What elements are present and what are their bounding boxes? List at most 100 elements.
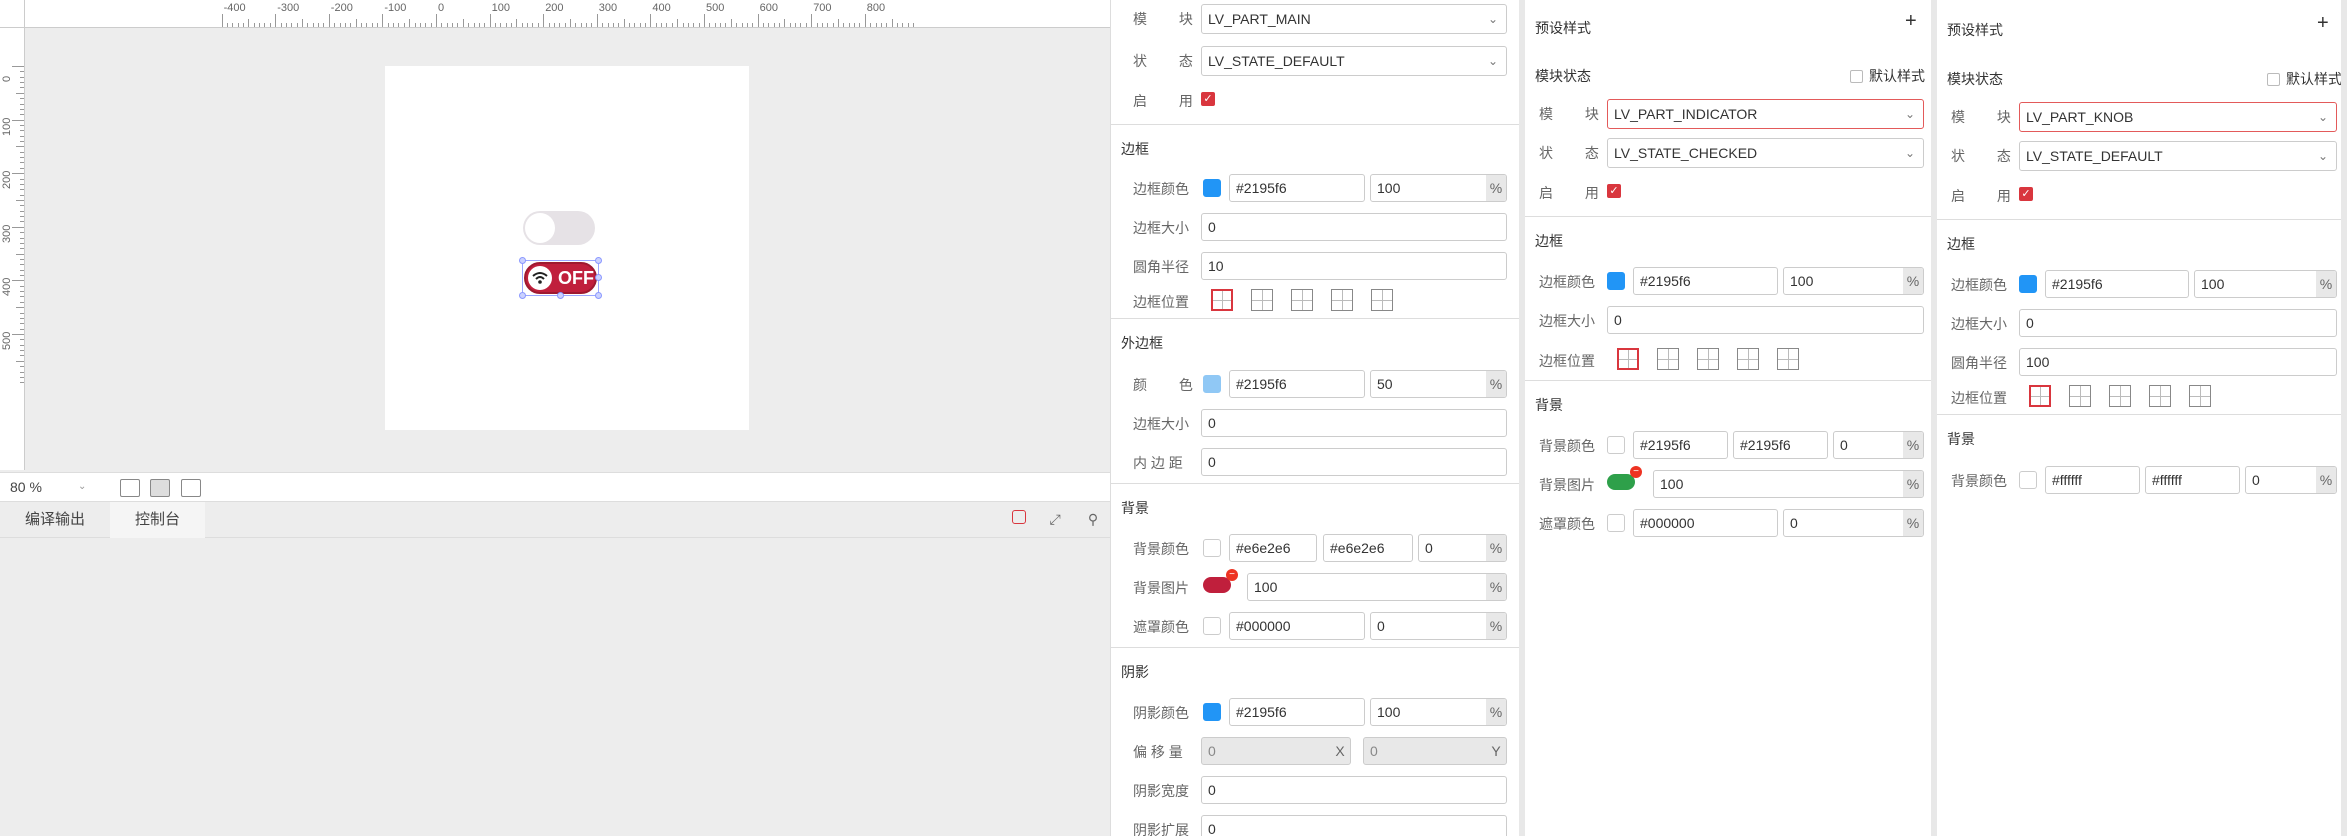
border-color-swatch[interactable] — [1203, 179, 1221, 197]
mask-opa-input[interactable]: 0% — [1783, 509, 1924, 537]
ruler-toggle-icon[interactable] — [150, 479, 170, 497]
switch-widget-off[interactable] — [523, 211, 595, 245]
remove-image-icon[interactable]: − — [1226, 569, 1238, 581]
bg-color1-input[interactable]: #ffffff — [2045, 466, 2140, 494]
border-bottom-icon[interactable] — [2189, 385, 2211, 407]
bg-opa-input[interactable]: 0% — [2245, 466, 2337, 494]
border-color-input[interactable]: #2195f6 — [1633, 267, 1778, 295]
add-preset-icon[interactable]: + — [1905, 10, 1917, 33]
bg-opa-input[interactable]: 0% — [1418, 534, 1507, 562]
mask-opa-input[interactable]: 0% — [1370, 612, 1507, 640]
bg-color-swatch[interactable] — [2019, 471, 2037, 489]
border-color-swatch[interactable] — [2019, 275, 2037, 293]
border-top-icon[interactable] — [1251, 289, 1273, 311]
bg-img-opa-input[interactable]: 100% — [1653, 470, 1924, 498]
border-radius-input[interactable]: 100 — [2019, 348, 2337, 376]
bg-color-swatch[interactable] — [1203, 539, 1221, 557]
outline-pad-input[interactable]: 0 — [1201, 448, 1507, 476]
bg-color1-input[interactable]: #2195f6 — [1633, 431, 1728, 459]
zoom-select[interactable]: 80 % ⌄ — [10, 479, 90, 497]
state-select[interactable]: LV_STATE_CHECKED ⌄ — [1607, 138, 1924, 168]
outline-color-swatch[interactable] — [1203, 375, 1221, 393]
grid-toggle-icon[interactable] — [181, 479, 201, 497]
bg-image-thumbnail[interactable] — [1607, 474, 1635, 490]
border-bottom-icon[interactable] — [1371, 289, 1393, 311]
default-style-checkbox[interactable] — [1850, 70, 1863, 83]
bg-color-swatch[interactable] — [1607, 436, 1625, 454]
resize-handle[interactable] — [557, 292, 564, 299]
module-select[interactable]: LV_PART_KNOB ⌄ — [2019, 102, 2337, 132]
shadow-offset-y-input[interactable]: 0Y — [1363, 737, 1507, 765]
border-bottom-icon[interactable] — [1777, 348, 1799, 370]
bg-img-opa-input[interactable]: 100% — [1247, 573, 1507, 601]
enable-checkbox[interactable]: ✓ — [1607, 184, 1621, 198]
mask-color-input[interactable]: #000000 — [1633, 509, 1778, 537]
shadow-color-input[interactable]: #2195f6 — [1229, 698, 1365, 726]
border-color-swatch[interactable] — [1607, 272, 1625, 290]
resize-handle[interactable] — [595, 274, 602, 281]
border-radius-input[interactable]: 10 — [1201, 252, 1507, 280]
default-style-toggle[interactable]: 默认样式 — [2267, 69, 2342, 89]
ruler-top: -400 -300 -200 -100 0 100 200 300 400 500 600 700 80… — [25, 0, 1110, 28]
bg-opa-input[interactable]: 0% — [1833, 431, 1924, 459]
border-top-icon[interactable] — [1657, 348, 1679, 370]
border-left-icon[interactable] — [1697, 348, 1719, 370]
border-color-input[interactable]: #2195f6 — [2045, 270, 2189, 298]
border-full-icon[interactable] — [1617, 348, 1639, 370]
border-size-input[interactable]: 0 — [1607, 306, 1924, 334]
resize-handle[interactable] — [519, 257, 526, 264]
border-opa-input[interactable]: 100% — [1370, 174, 1507, 202]
state-select[interactable]: LV_STATE_DEFAULT ⌄ — [2019, 141, 2337, 171]
tab-compile-output[interactable]: 编译输出 — [0, 502, 110, 538]
fit-screen-icon[interactable] — [120, 479, 140, 497]
border-size-input[interactable]: 0 — [1201, 213, 1507, 241]
panel-scrollbar[interactable] — [2341, 0, 2347, 836]
shadow-offset-x-input[interactable]: 0X — [1201, 737, 1351, 765]
bg-color2-input[interactable]: #ffffff — [2145, 466, 2240, 494]
border-size-input[interactable]: 0 — [2019, 309, 2337, 337]
shadow-opa-input[interactable]: 100% — [1370, 698, 1507, 726]
add-preset-icon[interactable]: + — [2317, 12, 2329, 35]
module-select[interactable]: LV_PART_MAIN ⌄ — [1201, 4, 1507, 34]
bg-color2-input[interactable]: #2195f6 — [1733, 431, 1828, 459]
resize-handle[interactable] — [595, 292, 602, 299]
bg-image-thumbnail[interactable] — [1203, 577, 1231, 593]
bg-color1-input[interactable]: #e6e2e6 — [1229, 534, 1317, 562]
shadow-width-input[interactable]: 0 — [1201, 776, 1507, 804]
border-right-icon[interactable] — [2149, 385, 2171, 407]
resize-handle[interactable] — [519, 292, 526, 299]
screen-preview[interactable] — [385, 66, 749, 430]
remove-image-icon[interactable]: − — [1630, 466, 1642, 478]
resize-handle[interactable] — [595, 257, 602, 264]
mask-color-swatch[interactable] — [1607, 514, 1625, 532]
outline-size-input[interactable]: 0 — [1201, 409, 1507, 437]
tab-console[interactable]: 控制台 — [110, 502, 206, 538]
shadow-spread-input[interactable]: 0 — [1201, 815, 1507, 836]
border-opa-input[interactable]: 100% — [1783, 267, 1924, 295]
shadow-color-swatch[interactable] — [1203, 703, 1221, 721]
mask-color-swatch[interactable] — [1203, 617, 1221, 635]
clear-log-icon[interactable] — [1012, 510, 1027, 524]
border-full-icon[interactable] — [2029, 385, 2051, 407]
outline-opa-input[interactable]: 50% — [1370, 370, 1507, 398]
switch-widget-selected[interactable]: OFF — [524, 262, 597, 294]
enable-checkbox[interactable]: ✓ — [1201, 92, 1215, 106]
pin-icon[interactable]: ⚲ — [1084, 510, 1102, 528]
enable-checkbox[interactable]: ✓ — [2019, 187, 2033, 201]
border-color-input[interactable]: #2195f6 — [1229, 174, 1365, 202]
state-select[interactable]: LV_STATE_DEFAULT ⌄ — [1201, 46, 1507, 76]
border-opa-input[interactable]: 100% — [2194, 270, 2337, 298]
border-right-icon[interactable] — [1331, 289, 1353, 311]
border-left-icon[interactable] — [1291, 289, 1313, 311]
module-select[interactable]: LV_PART_INDICATOR ⌄ — [1607, 99, 1924, 129]
outline-color-input[interactable]: #2195f6 — [1229, 370, 1365, 398]
border-full-icon[interactable] — [1211, 289, 1233, 311]
bg-color2-input[interactable]: #e6e2e6 — [1323, 534, 1413, 562]
default-style-toggle[interactable]: 默认样式 — [1850, 66, 1925, 86]
default-style-checkbox[interactable] — [2267, 73, 2280, 86]
expand-icon[interactable]: ⤢ — [1046, 510, 1064, 528]
mask-color-input[interactable]: #000000 — [1229, 612, 1365, 640]
border-left-icon[interactable] — [2109, 385, 2131, 407]
border-top-icon[interactable] — [2069, 385, 2091, 407]
border-right-icon[interactable] — [1737, 348, 1759, 370]
